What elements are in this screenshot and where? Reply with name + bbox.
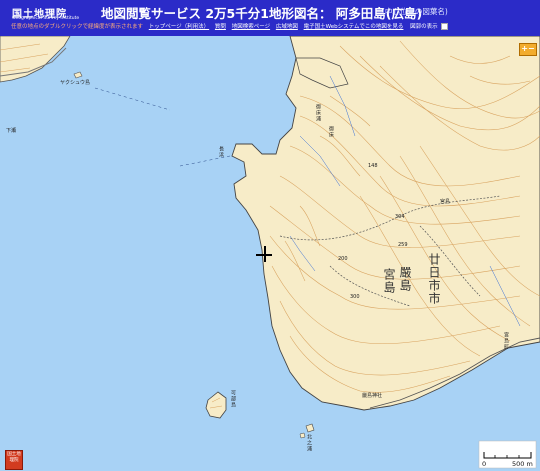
app-header: 国土地理院 Geographical Survey Institute 地図閲覧… (0, 0, 540, 36)
zoom-toggle-button[interactable]: +− (519, 43, 537, 56)
elevation-200: 200 (338, 256, 348, 262)
small-rock-south-2 (299, 432, 306, 439)
gsi-logo[interactable]: 国土地理院 Geographical Survey Institute (6, 3, 88, 21)
center-crosshair-vertical (264, 246, 266, 262)
elevation-304: 304 (395, 214, 405, 220)
place-label-yakushu-island: ヤクシュウ島 (60, 80, 91, 86)
place-label-shrine: 厳島神社 (362, 393, 383, 399)
page-title: 地図閲覧サービス 2万5千分1地形図名： 阿多田島(広島) (101, 6, 423, 21)
place-label-hatsukaichi-city: 廿日市市 (427, 253, 441, 305)
place-label-miyajima-north: 宮島 (440, 199, 451, 205)
scale-distance-label: 500 m (512, 460, 533, 468)
small-rock-south (305, 423, 315, 433)
elevation-259: 259 (398, 242, 408, 248)
place-label-nagahama: 長浜 (218, 146, 224, 158)
gsi-seal-icon: 国土地理院 (5, 450, 23, 470)
place-label-mitokoura: 御床浦 (315, 104, 321, 122)
place-label-kabe-island: 可部島 (230, 390, 236, 408)
map-frame-toggle-label: 図郭の表示 (410, 24, 438, 30)
elevation-300: 300 (350, 294, 360, 300)
nav-link-top-page[interactable]: トップページ（利用法） (149, 24, 209, 30)
small-islet-nw (73, 71, 83, 79)
place-label-miyajima: 宮島 (382, 268, 396, 294)
nav-bar: 任意の地点のダブルクリックで経緯度が表示されます トップページ（利用法） 質問 … (0, 21, 540, 34)
scale-bar: 0 500 m (479, 441, 536, 468)
nav-link-cyberjapan[interactable]: 電子国土Webシステムでこの地図を見る (304, 24, 404, 30)
place-label-mitoko: 御床 (328, 126, 334, 138)
elevation-148: 148 (368, 163, 378, 169)
map-frame-checkbox[interactable] (441, 23, 449, 30)
nav-link-wide-area-map[interactable]: 広域地図 (276, 24, 298, 30)
nav-link-questions[interactable]: 質問 (215, 24, 226, 30)
navigation-route-lines (94, 87, 231, 167)
place-label-itsukushima: 嚴島 (398, 266, 412, 292)
place-label-miyajima-town: 宮島町 (503, 332, 509, 350)
place-label-shimose: 下瀬 (6, 128, 17, 134)
scale-zero-label: 0 (482, 460, 487, 468)
topographic-map[interactable]: 下瀬 ヤクシュウ島 御床浦 御床 148 長浜 宮島 嚴島 宮島 厳島神社 廿日… (0, 36, 540, 471)
northwest-coast (0, 36, 71, 83)
place-label-kitanoura: 北之浦 (306, 434, 312, 452)
nav-link-map-search[interactable]: 地図検索ページ (232, 24, 270, 30)
double-click-hint: 任意の地点のダブルクリックで経緯度が表示されます (11, 24, 144, 30)
page-subtitle: (中心位置の図葉名) (382, 7, 448, 16)
kabe-island (205, 391, 227, 419)
